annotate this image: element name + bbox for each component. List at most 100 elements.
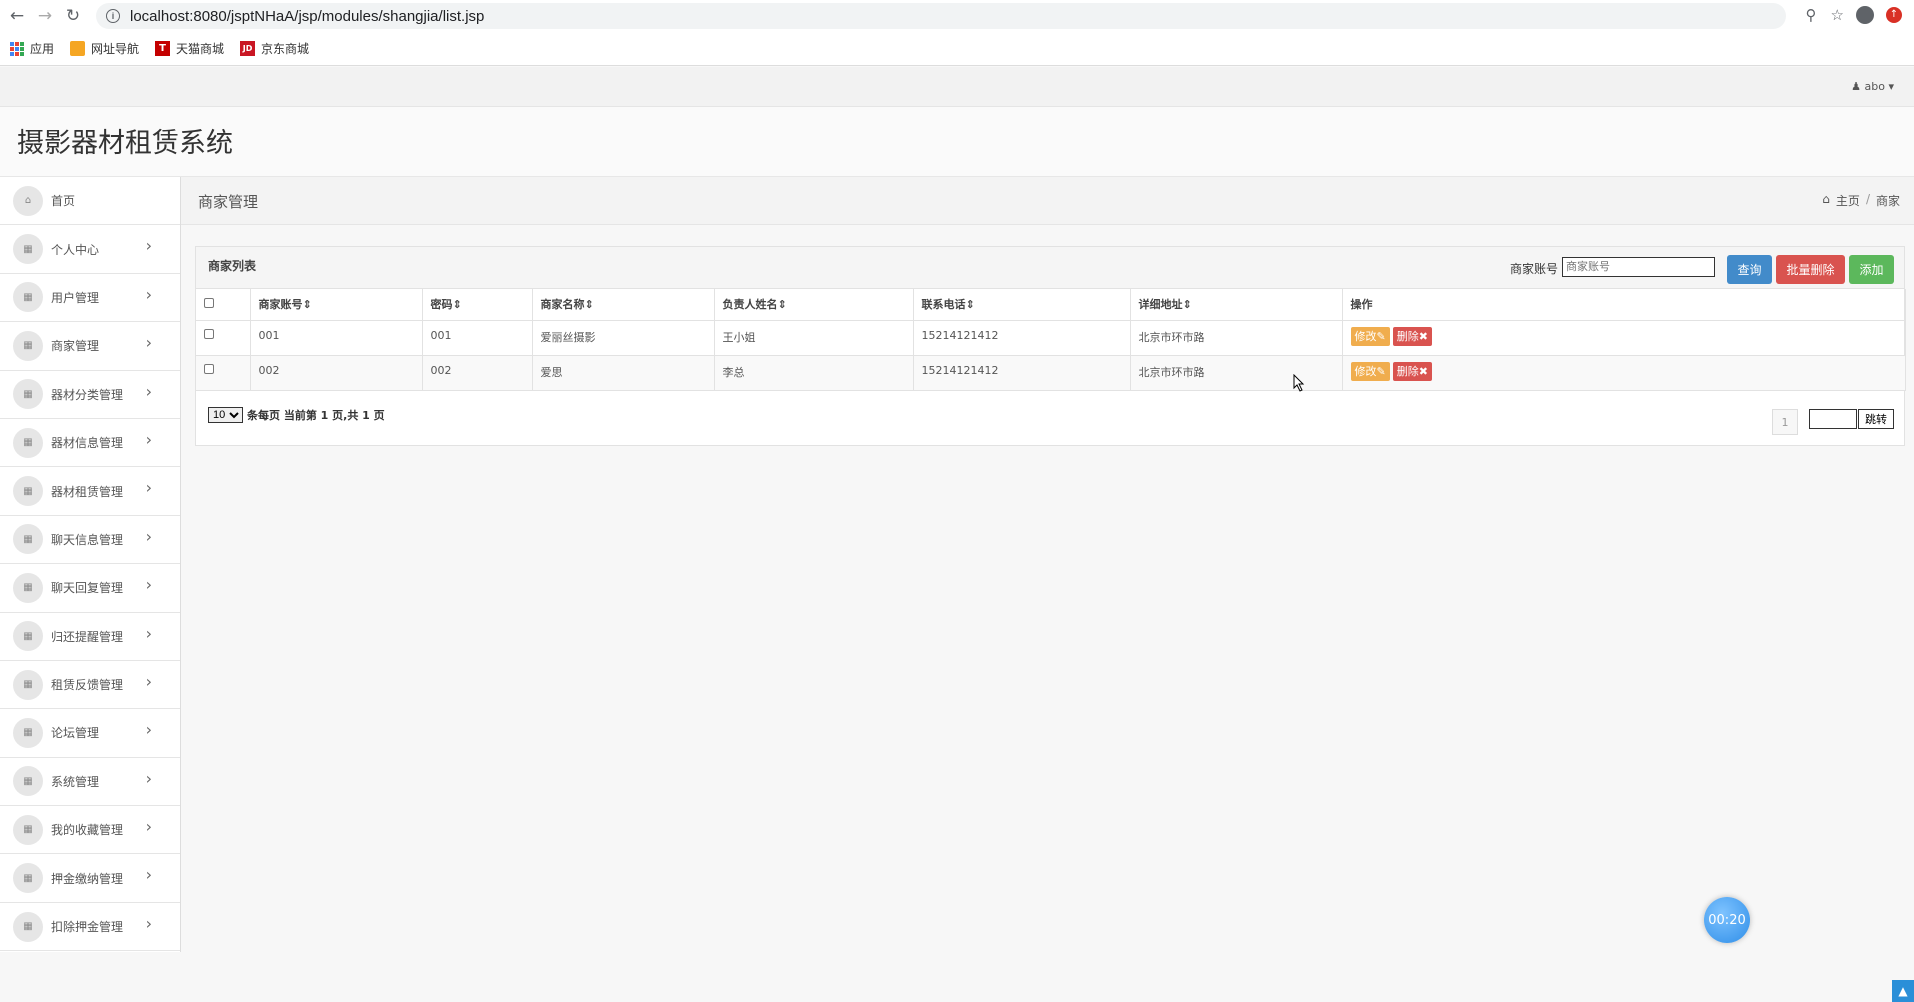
page-size-select[interactable]: 10	[208, 407, 243, 423]
sidebar-item[interactable]: ▦ 器材信息管理 ›	[0, 419, 180, 468]
delete-button[interactable]: 删除 ✖	[1392, 326, 1432, 346]
breadcrumb-home[interactable]: 主页	[1836, 192, 1860, 209]
chevron-right-icon: ›	[145, 429, 152, 449]
zoom-icon[interactable]: ⚲	[1806, 6, 1817, 24]
scroll-top-icon[interactable]: ▲	[1892, 980, 1914, 1002]
user-menu[interactable]: ♟ abo ▾	[1851, 80, 1894, 93]
bookmark-label: 应用	[30, 42, 55, 56]
row-select-cell	[196, 320, 251, 356]
column-header[interactable]: 联系电话⇕	[913, 289, 1131, 321]
delete-button[interactable]: 删除 ✖	[1392, 361, 1432, 381]
sidebar-item[interactable]: ▦ 聊天回复管理 ›	[0, 564, 180, 613]
jump-page-input[interactable]	[1809, 409, 1857, 429]
profile-icon[interactable]	[1856, 6, 1874, 24]
column-header[interactable]: 商家账号⇕	[250, 289, 423, 321]
bookmark-apps[interactable]: 应用	[10, 40, 54, 57]
chevron-right-icon: ›	[145, 865, 152, 885]
caret-down-icon: ▾	[1888, 80, 1894, 93]
table-icon: ▦	[13, 572, 43, 603]
row-checkbox[interactable]	[204, 363, 214, 374]
batch-delete-button[interactable]: 批量删除	[1776, 255, 1845, 284]
sidebar-item[interactable]: ▦ 个人中心 ›	[0, 225, 180, 274]
sidebar-item[interactable]: ▦ 器材租赁管理 ›	[0, 467, 180, 516]
chevron-right-icon: ›	[145, 236, 152, 256]
table-icon: ▦	[13, 717, 43, 748]
sidebar-item[interactable]: ▦ 系统管理 ›	[0, 758, 180, 807]
table-row: 001 001 爱丽丝摄影 王小姐 15214121412 北京市环市路 修改 ✎ 删除 ✖	[196, 320, 1906, 356]
bookmark-star-icon[interactable]: ☆	[1831, 6, 1844, 24]
table-cell-name: 爱丽丝摄影	[532, 320, 715, 356]
table-cell-account: 001	[250, 320, 423, 356]
back-icon[interactable]: ←	[6, 5, 28, 27]
query-button[interactable]: 查询	[1727, 255, 1772, 284]
reload-icon[interactable]: ↻	[62, 5, 84, 27]
row-select-cell	[196, 355, 251, 391]
extension-icon[interactable]: ↑	[1886, 7, 1902, 23]
breadcrumb-current: 商家	[1875, 194, 1900, 208]
bookmark-nav[interactable]: 网址导航	[70, 40, 139, 57]
panel-header: 商家列表 商家账号 查询 批量删除 添加	[196, 247, 1904, 289]
chevron-right-icon: ›	[145, 333, 152, 353]
edit-button[interactable]: 修改 ✎	[1350, 326, 1390, 346]
table-icon: ▦	[13, 911, 43, 942]
bookmark-label: 天猫商城	[176, 42, 225, 56]
sidebar: ⌂ 首页 ▦ 个人中心 › ▦ 用户管理 › ▦ 商家管理 › ▦ 器材分类管理 › ▦ 器材信息管理 › ▦ 器材…	[0, 177, 181, 952]
sidebar-item[interactable]: ▦ 扣除押金管理 ›	[0, 903, 180, 952]
pagination-info: 10 条每页 当前第 1 页,共 1 页	[208, 407, 385, 423]
site-info-icon[interactable]: i	[106, 9, 120, 23]
apps-icon	[10, 41, 24, 56]
column-header[interactable]: 商家名称⇕	[532, 289, 715, 321]
url-host: localhost:8080	[130, 7, 227, 25]
search-input[interactable]	[1562, 257, 1715, 277]
column-header[interactable]: 负责人姓名⇕	[714, 289, 914, 321]
table-icon: ▦	[13, 766, 43, 797]
table-icon: ▦	[13, 476, 43, 507]
table-cell-password: 001	[422, 320, 533, 356]
brand-bar: 摄影器材租赁系统	[0, 107, 1914, 177]
sidebar-item[interactable]: ▦ 我的收藏管理 ›	[0, 806, 180, 855]
chevron-right-icon: ›	[145, 913, 152, 933]
table-cell-address: 北京市环市路	[1130, 355, 1343, 391]
sidebar-item[interactable]: ▦ 租赁反馈管理 ›	[0, 661, 180, 710]
panel-title: 商家列表	[208, 259, 257, 273]
sidebar-item-label: 系统管理	[51, 774, 100, 789]
page-number-button[interactable]: 1	[1772, 409, 1798, 435]
sidebar-item[interactable]: ▦ 归还提醒管理 ›	[0, 613, 180, 661]
bookmark-jd[interactable]: JD 京东商城	[240, 40, 309, 57]
sidebar-item[interactable]: ▦ 押金缴纳管理 ›	[0, 854, 180, 903]
sidebar-item[interactable]: ▦ 聊天信息管理 ›	[0, 516, 180, 565]
column-header[interactable]: 密码⇕	[422, 289, 533, 321]
sidebar-item[interactable]: ▦ 用户管理 ›	[0, 274, 180, 323]
address-bar[interactable]: i localhost:8080/jsptNHaA/jsp/modules/sh…	[96, 3, 1786, 29]
select-all-checkbox[interactable]	[204, 297, 214, 308]
table-cell-actions: 修改 ✎ 删除 ✖	[1342, 355, 1906, 391]
sidebar-item-label: 押金缴纳管理	[51, 871, 124, 886]
sidebar-item-label: 商家管理	[51, 339, 100, 354]
sidebar-item-label: 器材租赁管理	[51, 484, 124, 499]
sidebar-item[interactable]: ▦ 论坛管理 ›	[0, 709, 180, 758]
table-icon: ▦	[13, 282, 43, 313]
edit-button[interactable]: 修改 ✎	[1350, 361, 1390, 381]
page-title: 商家管理	[198, 193, 259, 211]
breadcrumb: ⌂ 主页 / 商家	[1822, 192, 1900, 209]
row-checkbox[interactable]	[204, 328, 214, 339]
breadcrumb-separator: /	[1865, 192, 1870, 206]
sidebar-item[interactable]: ▦ 器材分类管理 ›	[0, 371, 180, 419]
sidebar-item[interactable]: ⌂ 首页	[0, 177, 180, 226]
jump-button[interactable]: 跳转	[1858, 409, 1894, 429]
pencil-icon: ✎	[1376, 364, 1386, 378]
sidebar-item[interactable]: ▦ 商家管理 ›	[0, 322, 180, 371]
table-row: 002 002 爱思 李总 15214121412 北京市环市路 修改 ✎ 删除 ✖	[196, 355, 1906, 391]
home-icon: ⌂	[1822, 192, 1830, 206]
bookmark-tmall[interactable]: T 天猫商城	[155, 40, 224, 57]
table-cell-actions: 修改 ✎ 删除 ✖	[1342, 320, 1906, 356]
list-panel: 商家列表 商家账号 查询 批量删除 添加 商家账号⇕ 密码⇕ 商家名称⇕ 负责人…	[195, 246, 1906, 446]
forward-icon[interactable]: →	[34, 5, 56, 27]
add-button[interactable]: 添加	[1849, 255, 1894, 284]
column-header[interactable]: 详细地址⇕	[1130, 289, 1343, 321]
nav-bookmark-icon	[70, 41, 86, 56]
sidebar-item-label: 归还提醒管理	[51, 629, 124, 644]
data-table: 商家账号⇕ 密码⇕ 商家名称⇕ 负责人姓名⇕ 联系电话⇕ 详细地址⇕ 操作 00…	[196, 289, 1906, 391]
timer-badge: 00:20	[1704, 897, 1750, 943]
close-icon: ✖	[1418, 364, 1428, 378]
